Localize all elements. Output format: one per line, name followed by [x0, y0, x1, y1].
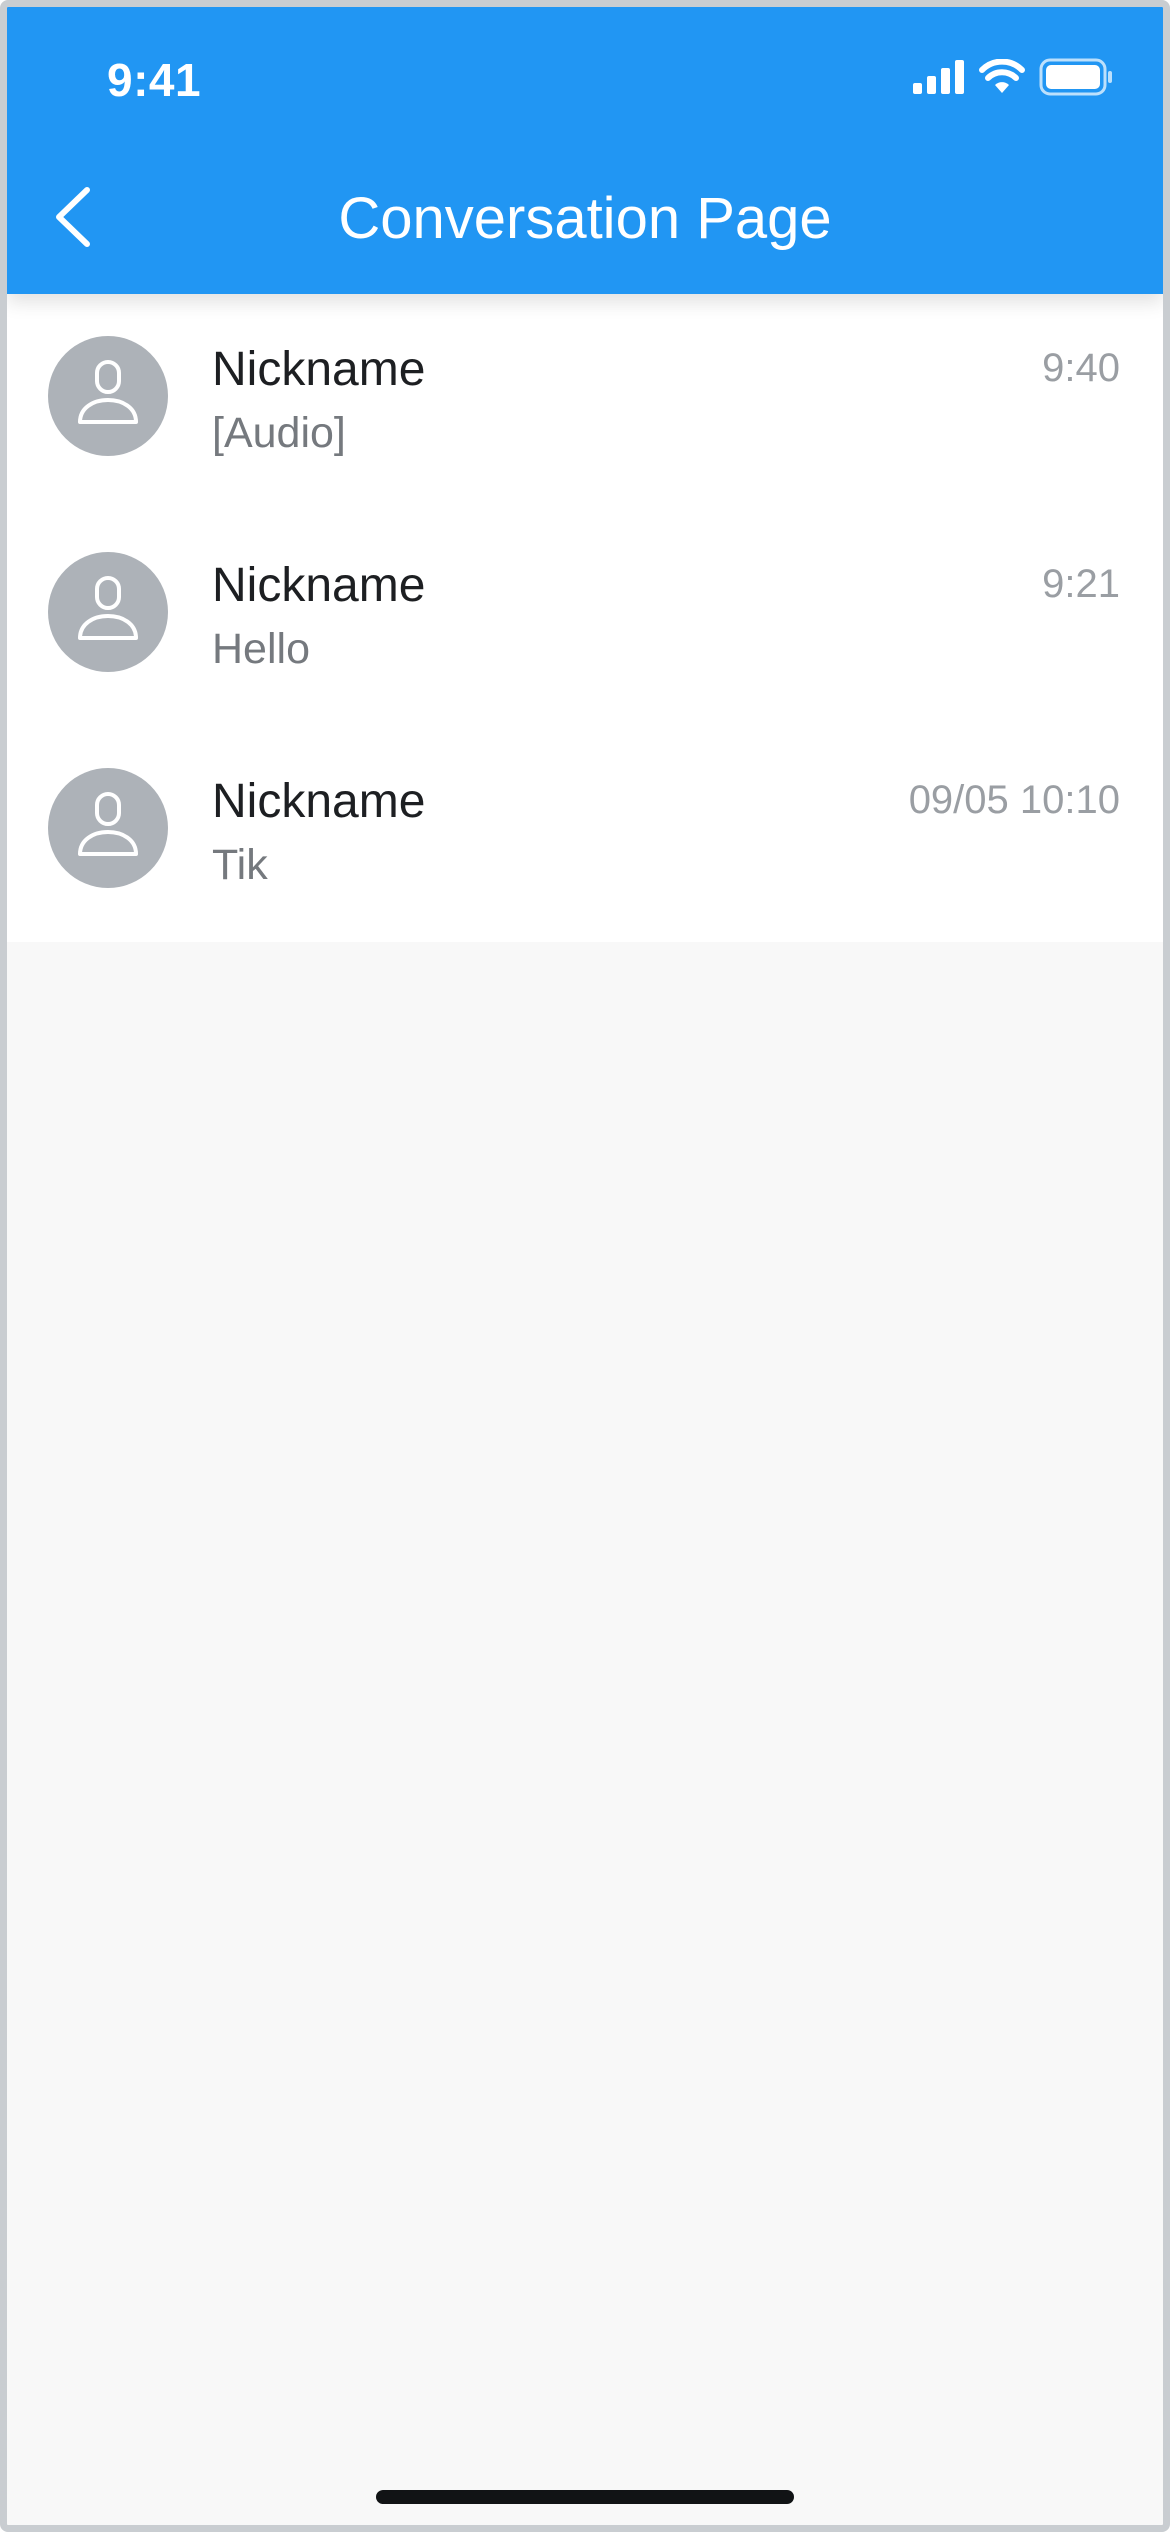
- conversation-time: 9:40: [1042, 346, 1120, 390]
- app-header: 9:41 Conversation Page: [7, 7, 1163, 294]
- conversation-preview: Tik: [212, 841, 268, 889]
- conversation-item[interactable]: Nickname Tik 09/05 10:10: [7, 726, 1163, 942]
- user-icon: [75, 358, 141, 435]
- user-icon: [75, 574, 141, 651]
- phone-screen: 9:41 Conversation Page Nickname [Audio] …: [0, 0, 1170, 2532]
- conversation-item[interactable]: Nickname Hello 9:21: [7, 510, 1163, 726]
- conversation-nickname: Nickname: [212, 559, 426, 612]
- avatar: [48, 336, 168, 456]
- avatar: [48, 768, 168, 888]
- cellular-signal-icon: [911, 59, 967, 95]
- conversation-preview: [Audio]: [212, 409, 346, 457]
- user-icon: [75, 790, 141, 867]
- conversation-preview: Hello: [212, 625, 310, 673]
- page-title: Conversation Page: [338, 186, 832, 251]
- home-indicator[interactable]: [376, 2490, 794, 2504]
- battery-icon: [1039, 58, 1115, 96]
- conversation-list: Nickname [Audio] 9:40 Nickname Hello 9:2…: [7, 294, 1163, 942]
- status-time: 9:41: [107, 54, 202, 106]
- conversation-item[interactable]: Nickname [Audio] 9:40: [7, 294, 1163, 510]
- wifi-icon: [979, 59, 1025, 95]
- conversation-nickname: Nickname: [212, 775, 426, 828]
- conversation-time: 9:21: [1042, 562, 1120, 606]
- conversation-time: 09/05 10:10: [908, 778, 1120, 822]
- status-icons: [911, 57, 1115, 97]
- avatar: [48, 552, 168, 672]
- conversation-nickname: Nickname: [212, 343, 426, 396]
